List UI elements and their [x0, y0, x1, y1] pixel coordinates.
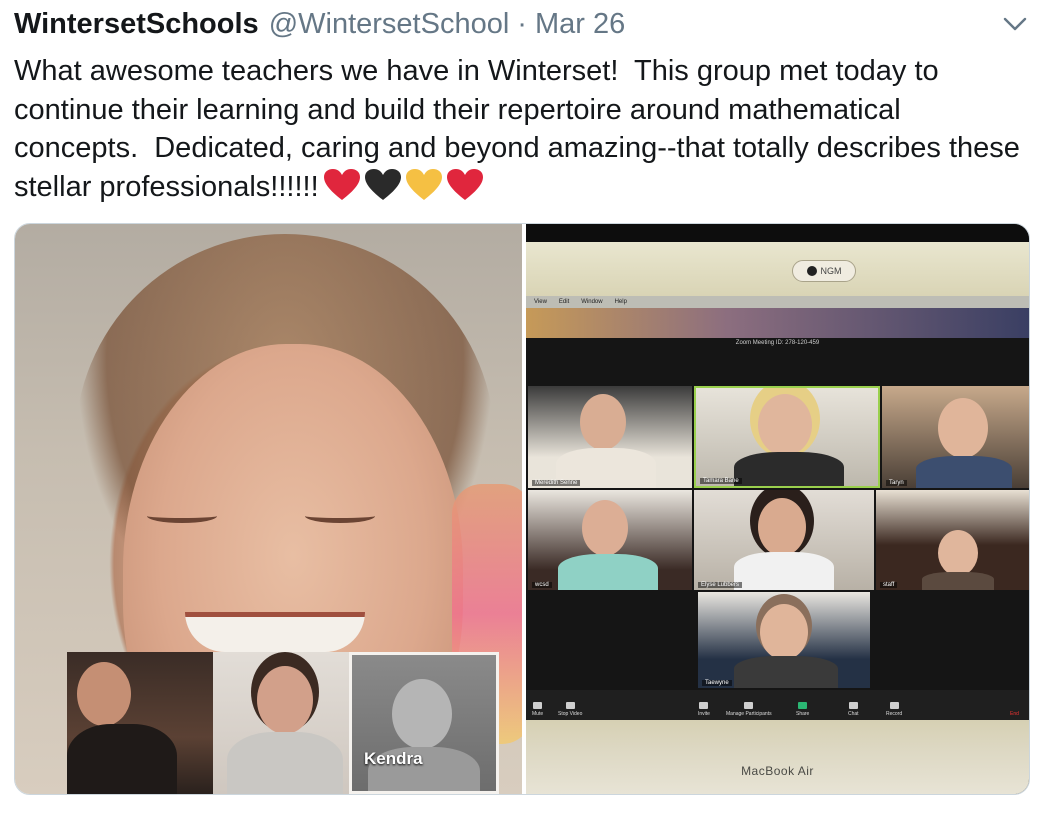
red-heart-icon — [323, 168, 360, 200]
dot-separator: · — [517, 8, 527, 40]
person-body — [67, 724, 177, 794]
record-button[interactable]: Record — [886, 702, 902, 717]
record-icon — [889, 702, 899, 709]
participant-tile: Meredith Senne — [528, 386, 692, 488]
chat-icon — [848, 702, 858, 709]
person-body — [916, 456, 1012, 488]
video-thumbnail — [67, 652, 213, 794]
participant-name: Meredith Senne — [532, 480, 581, 486]
yellow-heart-icon — [405, 168, 442, 200]
toolbar-label: Mute — [532, 711, 544, 717]
mac-menubar: View Edit Window Help — [526, 296, 1029, 308]
tweet-body: What awesome teachers we have in Winters… — [14, 55, 1028, 203]
screen-top-edge — [526, 224, 1029, 242]
participant-tile: wcsd — [528, 490, 692, 590]
person-body — [558, 554, 658, 590]
laptop-model-label: MacBook Air — [741, 764, 814, 778]
participant-tile: Elyse Lubbers — [694, 490, 874, 590]
red-heart-icon — [446, 168, 483, 200]
participant-tile: staff — [876, 490, 1029, 590]
share-screen-icon — [798, 702, 808, 709]
laptop-base — [526, 720, 1029, 794]
menu-item: Help — [614, 299, 627, 305]
person-body — [734, 452, 844, 486]
participant-tile: Taewyne — [698, 592, 870, 688]
stop-video-button[interactable]: Stop Video — [558, 702, 582, 717]
microphone-icon — [533, 702, 543, 709]
meeting-id: Zoom Meeting ID: 278-120-459 — [735, 340, 820, 346]
participant-tile-active: Tamara Bane — [694, 386, 880, 488]
camera-lens-icon — [806, 266, 817, 276]
add-person-icon — [699, 702, 709, 709]
tweet-media[interactable]: Kendra NGM View Edit Window Help Zoom Me… — [14, 223, 1030, 795]
participant-name: Elyse Lubbers — [698, 582, 743, 588]
photo-right-laptop[interactable]: NGM View Edit Window Help Zoom Meeting I… — [526, 224, 1029, 794]
participant-name: staff — [880, 582, 898, 588]
chevron-down-icon[interactable] — [1002, 14, 1028, 34]
person-head — [580, 394, 626, 450]
tweet-date[interactable]: Mar 26 — [535, 8, 625, 41]
tweet-header: WintersetSchools @WintersetSchool · Mar … — [14, 8, 625, 44]
participant-tile: Taryn — [882, 386, 1029, 488]
video-thumbnail-kendra: Kendra — [349, 652, 499, 794]
video-camera-icon — [565, 702, 575, 709]
participant-name: Taewyne — [702, 680, 732, 686]
toolbar-label: Record — [886, 711, 903, 717]
person-head — [392, 679, 452, 749]
person-body — [922, 572, 994, 590]
person-head — [938, 530, 978, 576]
manage-participants-button[interactable]: Manage Participants — [726, 702, 772, 717]
person-body — [734, 552, 834, 590]
person-body — [734, 656, 838, 688]
tweet-text: What awesome teachers we have in Winters… — [14, 52, 1024, 206]
webcam-cover: NGM — [792, 260, 856, 282]
author-handle[interactable]: @WintersetSchool — [269, 8, 510, 41]
right-eye — [305, 509, 375, 523]
toolbar-label: Invite — [698, 711, 710, 717]
photo-left-selfie[interactable]: Kendra — [15, 224, 522, 794]
person-head — [760, 604, 808, 660]
left-eye — [147, 509, 217, 523]
person-head — [582, 500, 628, 556]
menu-item: View — [534, 299, 547, 305]
participants-icon — [744, 702, 754, 709]
smile — [185, 612, 365, 652]
share-button[interactable]: Share — [796, 702, 809, 717]
zoom-toolbar: Mute Stop Video Invite Manage Participan… — [526, 690, 1029, 720]
menu-item: Window — [581, 299, 603, 305]
person-head — [758, 394, 812, 456]
person-head — [257, 666, 313, 734]
participant-name: wcsd — [532, 582, 552, 588]
heart-emojis — [323, 168, 484, 202]
author-name[interactable]: WintersetSchools — [14, 8, 259, 41]
person-head — [938, 398, 988, 458]
invite-button[interactable]: Invite — [698, 702, 710, 717]
person-body — [227, 732, 343, 794]
participant-name: Tamara Bane — [700, 478, 742, 484]
person-head — [77, 662, 131, 726]
person-head — [758, 498, 806, 556]
toolbar-label: Stop Video — [558, 711, 583, 717]
black-heart-icon — [364, 168, 401, 200]
camera-label: NGM — [820, 266, 842, 276]
participant-name: Kendra — [364, 749, 423, 768]
toolbar-label: Manage Participants — [726, 711, 772, 717]
laptop-bezel — [526, 242, 1029, 296]
participant-name: Taryn — [886, 480, 907, 486]
video-thumbnail — [213, 652, 349, 794]
menu-item: Edit — [558, 299, 570, 305]
mute-button[interactable]: Mute — [532, 702, 543, 717]
chat-button[interactable]: Chat — [848, 702, 859, 717]
toolbar-label: Chat — [848, 711, 859, 717]
toolbar-label: Share — [796, 711, 810, 717]
end-meeting-button[interactable]: End — [1010, 711, 1019, 717]
toolbar-label: End — [1010, 711, 1019, 717]
